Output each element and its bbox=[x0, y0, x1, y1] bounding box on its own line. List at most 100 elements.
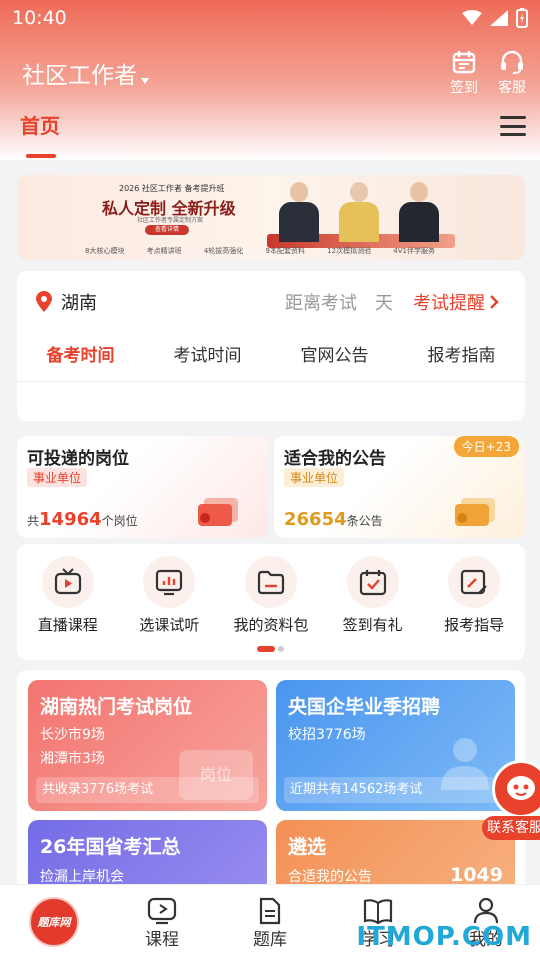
tv-icon bbox=[54, 568, 81, 595]
card-title: 央国企毕业季招聘 bbox=[288, 696, 441, 718]
card-footer: 近期共有14562场考试 bbox=[284, 777, 507, 803]
quick-label: 签到有礼 bbox=[342, 616, 403, 634]
folder-outline-icon bbox=[257, 570, 285, 595]
banner-feature: 12次模拟测验 bbox=[327, 247, 372, 255]
promo-banner[interactable]: 2026 社区工作者 备考提升班 私人定制 全新升级 社区工作者专属定制方案 查… bbox=[17, 175, 525, 260]
days-label: 天 bbox=[375, 293, 393, 314]
divider bbox=[17, 381, 525, 382]
edit-doc-icon bbox=[461, 569, 487, 595]
exam-type-selector[interactable]: 社区工作者 bbox=[22, 56, 149, 90]
tab-indicator bbox=[26, 154, 56, 158]
quick-label: 直播课程 bbox=[37, 616, 98, 634]
quick-exam-guidance[interactable]: 报考指导 bbox=[429, 556, 519, 635]
banner-feature: 考点精讲班 bbox=[146, 247, 182, 255]
app-title: 社区工作者 bbox=[22, 63, 137, 89]
city-selector[interactable]: 湖南 bbox=[61, 289, 97, 315]
positions-card[interactable]: 可投递的岗位 事业单位 共14964个岗位 bbox=[17, 436, 268, 538]
subtab-exam-time[interactable]: 考试时间 bbox=[174, 341, 242, 371]
announcements-title: 适合我的公告 bbox=[284, 449, 386, 469]
tab-home[interactable]: 首页 bbox=[20, 110, 60, 139]
announcements-count: 26654条公告 bbox=[284, 509, 383, 530]
banner-feature: 9本配套资料 bbox=[265, 247, 305, 255]
banner-subtitle: 社区工作者专属定制方案 bbox=[137, 217, 204, 224]
card-count: 1049 bbox=[450, 864, 503, 886]
quick-checkin-gift[interactable]: 签到有礼 bbox=[328, 556, 418, 635]
today-badge: 今日+23 bbox=[453, 436, 519, 457]
chart-board-icon bbox=[156, 569, 183, 596]
user-icon bbox=[473, 897, 499, 924]
quick-menu: 直播课程 选课试听 我的资料包 签到有礼 报考指导 bbox=[17, 544, 525, 660]
soe-recruitment-card[interactable]: 央国企毕业季招聘 校招3776场 近期共有14562场考试 bbox=[276, 680, 515, 811]
banner-feature: 4轮拔高强化 bbox=[203, 247, 244, 255]
calendar-icon bbox=[452, 51, 476, 74]
service-avatar bbox=[492, 760, 540, 818]
top-bar: 社区工作者 签到 客服 bbox=[22, 50, 526, 96]
document-icon bbox=[259, 897, 281, 925]
contact-service-label: 联系客服 bbox=[482, 816, 540, 840]
teacher-image bbox=[335, 182, 381, 242]
distance-label: 距离考试 bbox=[285, 293, 357, 314]
nav-question-bank[interactable]: 题库 bbox=[230, 897, 310, 950]
subtab-prep-time[interactable]: 备考时间 bbox=[47, 341, 115, 371]
banner-tag: 2026 社区工作者 备考提升班 bbox=[119, 184, 225, 193]
book-icon bbox=[363, 899, 393, 925]
positions-count: 共14964个岗位 bbox=[27, 509, 138, 530]
announcements-card[interactable]: 适合我的公告 事业单位 26654条公告 今日+23 bbox=[274, 436, 525, 538]
banner-features: 8大核心模块 考点精讲班 4轮拔高强化 9本配套资料 12次模拟测验 4V1伴学… bbox=[85, 246, 435, 256]
app-logo: 题库网 bbox=[29, 897, 79, 947]
signal-icon bbox=[490, 10, 508, 26]
folder-icon bbox=[455, 498, 495, 526]
sign-in-label: 签到 bbox=[450, 80, 478, 96]
service-label: 客服 bbox=[498, 80, 526, 96]
card-footer: 共收录3776场考试 bbox=[36, 777, 259, 803]
battery-icon bbox=[516, 8, 528, 28]
card-title: 遴选 bbox=[288, 836, 327, 858]
menu-button[interactable] bbox=[500, 116, 526, 136]
sign-in-button[interactable]: 签到 bbox=[450, 49, 478, 97]
banner-feature: 8大核心模块 bbox=[85, 247, 125, 255]
quick-live-course[interactable]: 直播课程 bbox=[23, 556, 113, 635]
positions-title: 可投递的岗位 bbox=[27, 449, 129, 469]
exam-reminder-link[interactable]: 考试提醒 bbox=[413, 289, 499, 315]
page-indicator bbox=[257, 646, 284, 652]
card-line: 合适我的公告 bbox=[288, 869, 372, 885]
nav-home[interactable]: 题库网 bbox=[14, 897, 94, 947]
card-title: 湖南热门考试岗位 bbox=[40, 696, 193, 718]
teacher-image bbox=[275, 182, 321, 242]
banner-feature: 4V1伴学服务 bbox=[393, 247, 435, 255]
location-pin-icon bbox=[36, 291, 52, 312]
exam-subtabs: 备考时间 考试时间 官网公告 报考指南 bbox=[17, 341, 525, 371]
card-line: 捡漏上岸机会 bbox=[40, 869, 124, 885]
nav-label: 题库 bbox=[253, 930, 287, 950]
calendar-check-icon bbox=[359, 570, 386, 596]
announcements-tag: 事业单位 bbox=[284, 468, 345, 487]
card-line: 长沙市9场 bbox=[40, 727, 105, 743]
customer-service-button[interactable]: 客服 bbox=[498, 49, 526, 97]
contact-service-float[interactable]: 联系客服 bbox=[482, 760, 540, 844]
quick-trial-class[interactable]: 选课试听 bbox=[124, 556, 214, 635]
dropdown-caret-icon bbox=[141, 78, 149, 84]
hunan-positions-card[interactable]: 湖南热门考试岗位 长沙市9场 湘潭市3场 岗位 共收录3776场考试 bbox=[28, 680, 267, 811]
card-line: 湘潭市3场 bbox=[40, 751, 105, 767]
subtab-official-notice[interactable]: 官网公告 bbox=[301, 341, 369, 371]
subtab-guide[interactable]: 报考指南 bbox=[428, 341, 496, 371]
chat-face-icon bbox=[507, 776, 535, 800]
watermark: ITMOP.COM bbox=[356, 922, 532, 952]
status-time: 10:40 bbox=[12, 7, 67, 29]
card-line: 校招3776场 bbox=[288, 727, 366, 743]
card-title: 26年国省考汇总 bbox=[40, 836, 181, 858]
nav-label: 课程 bbox=[145, 930, 179, 950]
quick-material-pack[interactable]: 我的资料包 bbox=[226, 556, 316, 635]
positions-tag: 事业单位 bbox=[27, 468, 88, 487]
reminder-label: 考试提醒 bbox=[413, 293, 485, 314]
chevron-right-icon bbox=[490, 295, 499, 309]
tab-bar: 首页 bbox=[20, 110, 526, 158]
quick-label: 我的资料包 bbox=[233, 616, 309, 634]
wifi-icon bbox=[462, 10, 482, 25]
teacher-image bbox=[395, 182, 441, 242]
nav-courses[interactable]: 课程 bbox=[122, 897, 202, 950]
quick-label: 选课试听 bbox=[139, 616, 200, 634]
card-stack-icon bbox=[198, 498, 238, 526]
banner-button[interactable]: 查看详情 bbox=[145, 225, 189, 235]
status-bar: 10:40 bbox=[12, 6, 528, 30]
